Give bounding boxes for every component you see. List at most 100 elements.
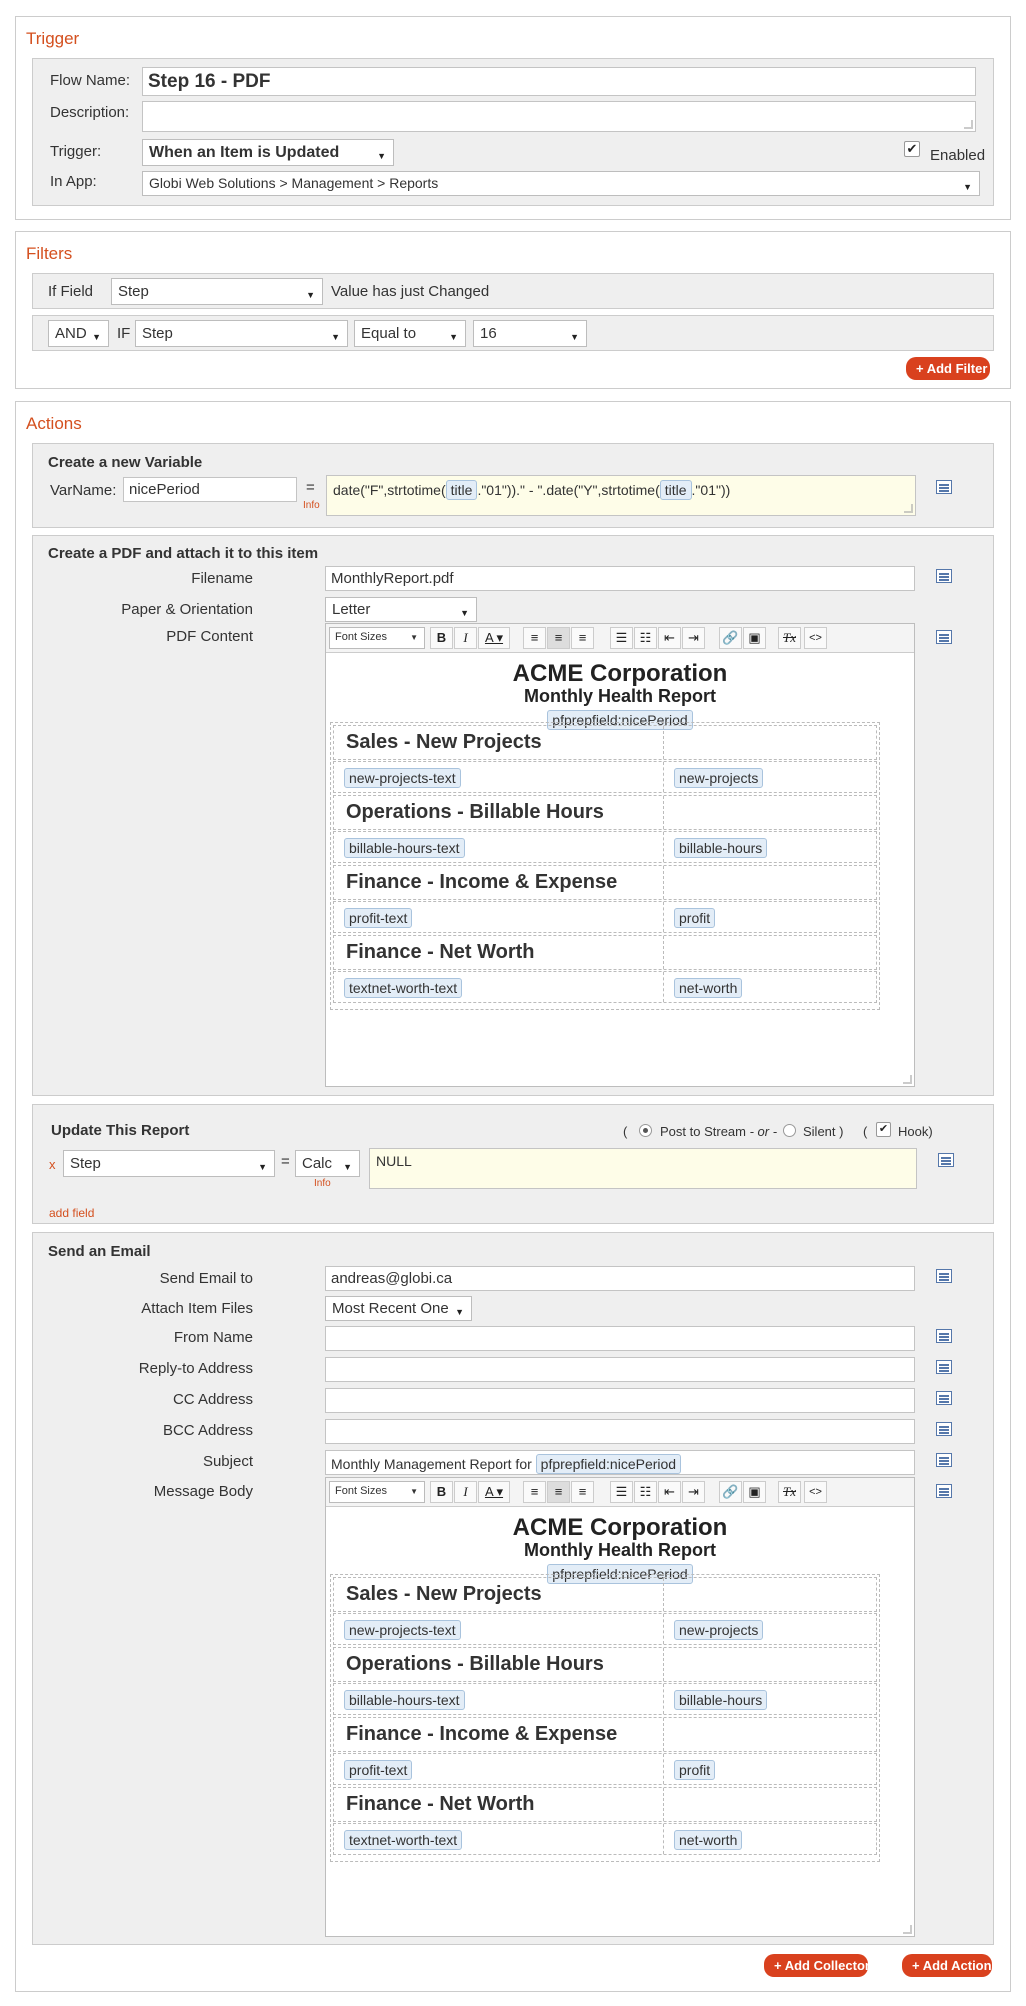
- trigger-title: Trigger: [26, 29, 80, 48]
- font-sizes-select[interactable]: Font Sizes: [329, 627, 425, 649]
- add-field-link[interactable]: add field: [49, 1206, 94, 1220]
- field-list-icon[interactable]: [936, 569, 952, 583]
- logic-select[interactable]: AND: [48, 320, 109, 347]
- bold-icon[interactable]: B: [430, 627, 453, 649]
- condition-value-select[interactable]: 16: [473, 320, 587, 347]
- send-email-panel: Send an Email Send Email to andreas@glob…: [32, 1232, 994, 1945]
- enabled-checkbox[interactable]: ✔: [904, 141, 920, 157]
- subject-input[interactable]: Monthly Management Report for pfprepfiel…: [325, 1450, 915, 1475]
- field-list-icon[interactable]: [936, 480, 952, 494]
- remove-field-button[interactable]: x: [49, 1157, 56, 1172]
- bold-icon[interactable]: B: [430, 1481, 453, 1503]
- or-label: - or -: [749, 1124, 778, 1139]
- row-right-tag: profit: [674, 1760, 716, 1780]
- row-heading: Finance - Net Worth: [346, 1793, 535, 1815]
- subject-prefix: Monthly Management Report for: [331, 1456, 532, 1472]
- update-info-link[interactable]: Info: [314, 1178, 331, 1189]
- pdf-content-editor[interactable]: Font Sizes B I A ▾ ≡ ≡ ≡ ☰ ☷ ⇤ ⇥ 🔗 ▣ Tx …: [325, 623, 915, 1087]
- condition-field-select[interactable]: Step: [135, 320, 348, 347]
- source-code-icon[interactable]: <>: [804, 627, 827, 649]
- image-icon[interactable]: ▣: [743, 627, 766, 649]
- bullet-list-icon[interactable]: ☰: [610, 1481, 633, 1503]
- align-left-icon[interactable]: ≡: [523, 1481, 546, 1503]
- if-field-select[interactable]: Step: [111, 278, 323, 305]
- cc-input[interactable]: [325, 1388, 915, 1413]
- row-right-tag: profit: [674, 908, 716, 928]
- editor-toolbar: Font Sizes B I A ▾ ≡ ≡ ≡ ☰ ☷ ⇤ ⇥ 🔗 ▣ Tx …: [326, 1478, 914, 1507]
- clear-format-icon[interactable]: Tx: [778, 1481, 801, 1503]
- filename-input[interactable]: MonthlyReport.pdf: [325, 566, 915, 591]
- link-icon[interactable]: 🔗: [719, 1481, 742, 1503]
- clear-format-icon[interactable]: Tx: [778, 627, 801, 649]
- indent-icon[interactable]: ⇥: [682, 627, 705, 649]
- send-to-input[interactable]: andreas@globi.ca: [325, 1266, 915, 1291]
- variable-expression-textarea[interactable]: date("F",strtotime(title ."01"))." - ".da…: [326, 475, 916, 516]
- align-left-icon[interactable]: ≡: [523, 627, 546, 649]
- field-list-icon[interactable]: [936, 1422, 952, 1436]
- italic-icon[interactable]: I: [454, 1481, 477, 1503]
- field-list-icon[interactable]: [936, 1269, 952, 1283]
- silent-radio[interactable]: [783, 1124, 796, 1137]
- resize-grip-icon[interactable]: [904, 504, 913, 513]
- resize-grip-icon[interactable]: [964, 120, 973, 129]
- resize-grip-icon[interactable]: [903, 1075, 912, 1084]
- paren-open-2: (: [863, 1124, 868, 1139]
- paper-select[interactable]: Letter: [325, 597, 477, 622]
- table-row: profit-text profit: [333, 1753, 877, 1785]
- if-label: IF: [117, 325, 131, 342]
- image-icon[interactable]: ▣: [743, 1481, 766, 1503]
- italic-icon[interactable]: I: [454, 627, 477, 649]
- bullet-list-icon[interactable]: ☰: [610, 627, 633, 649]
- trigger-select[interactable]: When an Item is Updated: [142, 139, 394, 166]
- outdent-icon[interactable]: ⇤: [658, 627, 681, 649]
- add-filter-button[interactable]: + Add Filter: [906, 357, 990, 380]
- add-collector-button[interactable]: + Add Collector: [764, 1954, 870, 1977]
- row-right-tag: new-projects: [674, 768, 764, 788]
- from-name-input[interactable]: [325, 1326, 915, 1351]
- align-center-icon[interactable]: ≡: [547, 1481, 570, 1503]
- in-app-label: In App:: [50, 173, 97, 190]
- field-list-icon[interactable]: [936, 1484, 952, 1498]
- update-field-select[interactable]: Step: [63, 1150, 275, 1177]
- doc-heading: ACME Corporation Monthly Health Report p…: [326, 660, 914, 730]
- hook-checkbox[interactable]: ✔: [876, 1122, 891, 1137]
- table-row: billable-hours-text billable-hours: [333, 1683, 877, 1715]
- align-right-icon[interactable]: ≡: [571, 627, 594, 649]
- update-value-textarea[interactable]: NULL: [369, 1148, 917, 1189]
- field-list-icon[interactable]: [936, 1391, 952, 1405]
- in-app-select[interactable]: Globi Web Solutions > Management > Repor…: [142, 171, 980, 196]
- post-to-stream-radio[interactable]: [639, 1124, 652, 1137]
- field-list-icon[interactable]: [938, 1153, 954, 1167]
- varname-input[interactable]: nicePeriod: [123, 477, 297, 502]
- variable-info-link[interactable]: Info: [303, 500, 320, 511]
- field-list-icon[interactable]: [936, 1453, 952, 1467]
- font-sizes-select[interactable]: Font Sizes: [329, 1481, 425, 1503]
- align-center-icon[interactable]: ≡: [547, 627, 570, 649]
- flow-name-input[interactable]: Step 16 - PDF: [142, 67, 976, 96]
- message-body-label: Message Body: [153, 1483, 253, 1500]
- calc-select[interactable]: Calc: [295, 1150, 360, 1177]
- align-right-icon[interactable]: ≡: [571, 1481, 594, 1503]
- text-color-icon[interactable]: A ▾: [478, 1481, 510, 1503]
- numbered-list-icon[interactable]: ☷: [634, 1481, 657, 1503]
- description-input[interactable]: [142, 101, 976, 132]
- add-action-button[interactable]: + Add Action: [902, 1954, 992, 1977]
- numbered-list-icon[interactable]: ☷: [634, 627, 657, 649]
- source-code-icon[interactable]: <>: [804, 1481, 827, 1503]
- reply-to-input[interactable]: [325, 1357, 915, 1382]
- indent-icon[interactable]: ⇥: [682, 1481, 705, 1503]
- bcc-input[interactable]: [325, 1419, 915, 1444]
- outdent-icon[interactable]: ⇤: [658, 1481, 681, 1503]
- message-body-editor[interactable]: Font Sizes B I A ▾ ≡ ≡ ≡ ☰ ☷ ⇤ ⇥ 🔗 ▣ Tx …: [325, 1477, 915, 1937]
- operator-select[interactable]: Equal to: [354, 320, 466, 347]
- link-icon[interactable]: 🔗: [719, 627, 742, 649]
- field-list-icon[interactable]: [936, 630, 952, 644]
- row-left-tag: textnet-worth-text: [344, 1830, 463, 1850]
- resize-grip-icon[interactable]: [903, 1925, 912, 1934]
- field-list-icon[interactable]: [936, 1329, 952, 1343]
- text-color-icon[interactable]: A ▾: [478, 627, 510, 649]
- row-left-tag: new-projects-text: [344, 1620, 461, 1640]
- attach-files-select[interactable]: Most Recent One: [325, 1296, 472, 1321]
- field-list-icon[interactable]: [936, 1360, 952, 1374]
- if-field-label: If Field: [48, 283, 94, 300]
